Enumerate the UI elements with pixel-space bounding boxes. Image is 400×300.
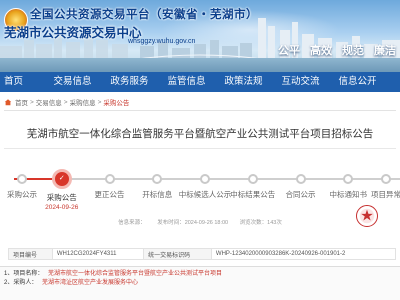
notice-body: 1、项目名称： 芜湖市航空一体化综合监管服务平台暨航空产业公共测试平台项目 2、…: [4, 270, 222, 288]
nav-home[interactable]: 首页: [0, 72, 44, 92]
breadcrumb-procurement-info[interactable]: 采购信息: [70, 97, 96, 107]
government-emblem-icon: [356, 205, 378, 227]
nav-policies[interactable]: 政策法规: [215, 72, 272, 92]
purchaser-label: 2、采购人：: [4, 280, 38, 286]
slogan-fair: 公平: [278, 45, 300, 57]
article-meta: 信息来源： 发布时间：2024-09-26 18:00 浏览次数：143次: [0, 218, 400, 226]
river-graphic: [0, 58, 400, 72]
nav-government-services[interactable]: 政务服务: [101, 72, 158, 92]
divider: [0, 266, 400, 267]
step-dot: [247, 174, 258, 184]
purchaser-value: 芜湖市湾沚区航空产业发展服务中心: [42, 280, 139, 286]
table-row: 项目编号 WH12CG2024FY4311 统一交易标识码 WHP-123402…: [8, 248, 397, 260]
divider: [4, 148, 396, 149]
breadcrumb-home[interactable]: 首页: [15, 97, 28, 107]
platform-title: 全国公共资源交易平台（安徽省・芜湖市）: [30, 9, 258, 21]
page-title: 芜湖市航空一体化综合监管服务平台暨航空产业公共测试平台项目招标公告: [26, 129, 374, 140]
breadcrumb-current[interactable]: 采购公告: [103, 97, 129, 107]
project-name-value: 芜湖市航空一体化综合监管服务平台暨航空产业公共测试平台项目: [48, 271, 223, 277]
nav-supervision-info[interactable]: 监管信息: [158, 72, 215, 92]
breadcrumb-separator: >: [30, 98, 34, 106]
trade-code-value: WHP-1234020000903286K-20240926-001901-2: [210, 248, 397, 260]
project-info-table: 项目编号 WH12CG2024FY4311 统一交易标识码 WHP-123402…: [8, 248, 397, 260]
main-nav: 首页 交易信息 政务服务 监管信息 政策法规 互动交流 信息公开: [0, 72, 400, 92]
progress-step-label: 项目异常: [371, 190, 400, 199]
nav-trading-info[interactable]: 交易信息: [44, 72, 101, 92]
step-dot: [295, 174, 306, 184]
breadcrumb-trading-info[interactable]: 交易信息: [36, 97, 62, 107]
meta-time: 发布时间：2024-09-26 18:00: [157, 220, 229, 226]
list-item: 1、项目名称： 芜湖市航空一体化综合监管服务平台暨航空产业公共测试平台项目: [4, 270, 222, 279]
home-icon: [4, 99, 12, 106]
step-dot: [104, 174, 115, 184]
slogan-clean: 廉洁: [374, 45, 396, 57]
list-item: 2、采购人： 芜湖市湾沚区航空产业发展服务中心: [4, 279, 222, 288]
project-name-label: 1、项目名称：: [4, 271, 44, 277]
project-no-value: WH12CG2024FY4311: [51, 248, 145, 260]
breadcrumb: 首页 > 交易信息 > 采购信息 > 采购公告: [4, 96, 129, 108]
nav-interaction[interactable]: 互动交流: [272, 72, 329, 92]
trade-code-label: 统一交易标识码: [143, 248, 212, 260]
breadcrumb-separator: >: [97, 98, 102, 106]
slogan-standard: 规范: [342, 45, 364, 57]
site-url[interactable]: whsggzy.wuhu.gov.cn: [128, 38, 195, 45]
step-dot: [381, 174, 391, 184]
step-dot: [152, 174, 163, 184]
divider: [4, 110, 396, 111]
step-dot: [17, 174, 27, 184]
check-icon: ✓: [51, 169, 72, 189]
slogans: 公平 高效 规范 廉洁: [278, 42, 396, 58]
progress-step-date: 2024-09-26: [45, 204, 79, 211]
meta-source: 信息来源：: [118, 220, 146, 226]
step-dot: [200, 174, 210, 184]
site-banner: 全国公共资源交易平台（安徽省・芜湖市） 芜湖市公共资源交易中心 whsggzy.…: [0, 0, 400, 72]
progress-step[interactable]: 项目异常: [358, 169, 400, 200]
meta-views: 浏览次数：143次: [239, 220, 282, 226]
center-title: 芜湖市公共资源交易中心: [4, 26, 142, 40]
breadcrumb-separator: >: [63, 98, 68, 106]
step-dot: [343, 174, 354, 184]
slogan-efficient: 高效: [310, 45, 332, 57]
project-no-label: 项目编号: [8, 248, 53, 260]
nav-disclosure[interactable]: 信息公开: [329, 72, 386, 92]
